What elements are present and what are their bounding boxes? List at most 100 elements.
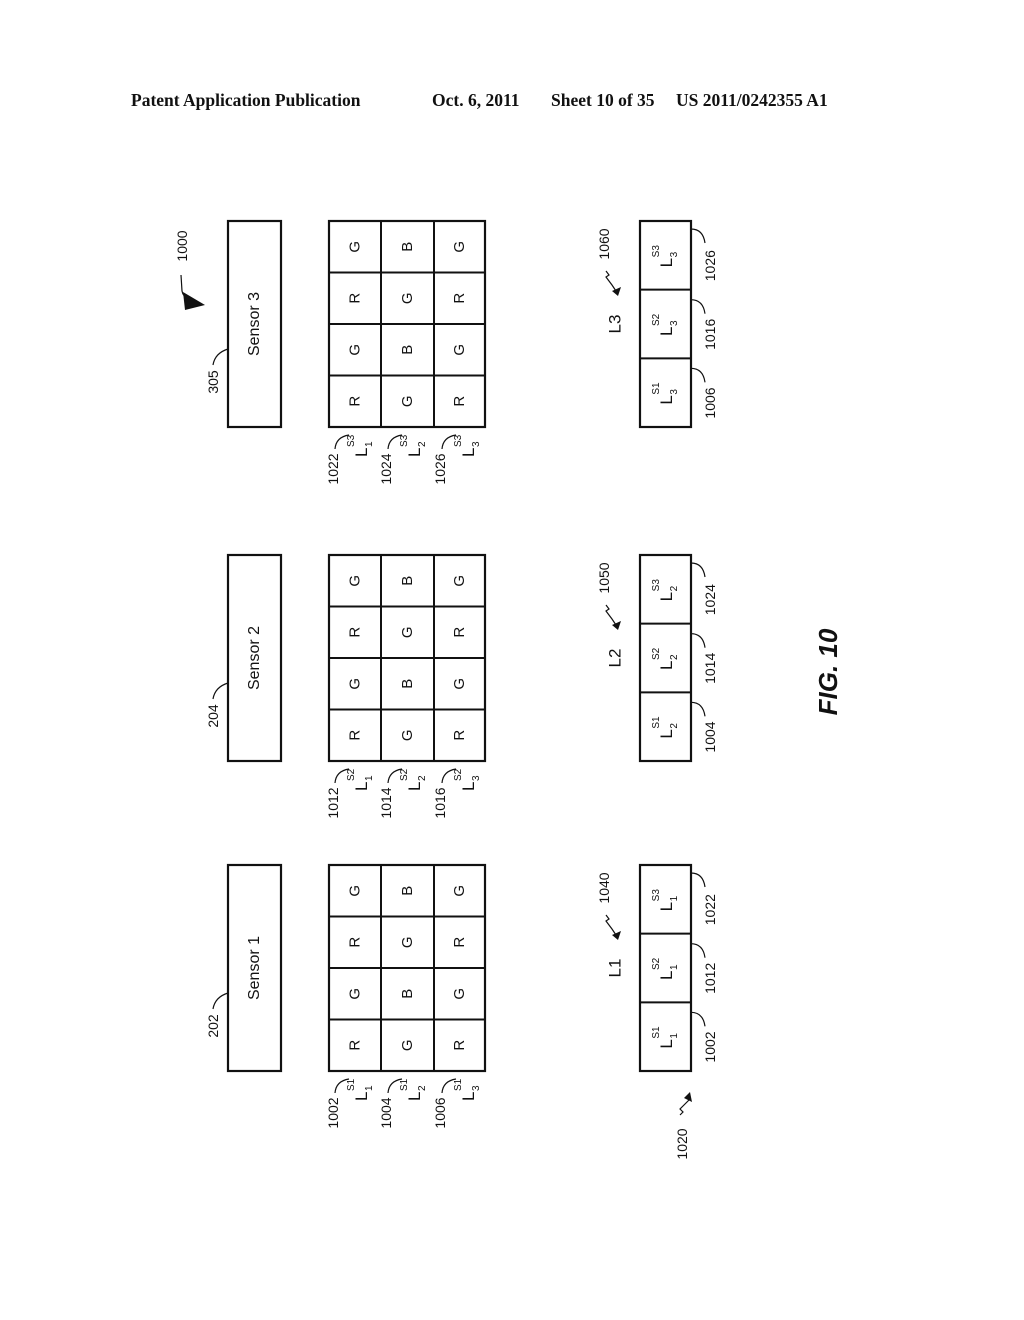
combined-line-name: L1 [606,959,625,978]
pixel-cell-b: B [399,886,416,896]
leader-line [690,228,706,244]
pixel-cell-b: B [399,242,416,252]
line-label: L3 S1 [453,1078,482,1101]
svg-text:L: L [657,661,676,670]
pixel-cell-g: G [399,729,416,741]
subscript: 1 [669,1033,680,1039]
sensor-ref-number: 305 [205,370,221,394]
svg-text:L: L [657,258,676,267]
line-ref-number: 1012 [325,787,341,818]
subscript: 1 [364,1085,375,1091]
svg-text:L: L [405,782,424,791]
pixel-cell-b: B [399,576,416,586]
superscript: S3 [453,434,464,447]
pixel-cell-g: G [347,575,364,587]
pixel-cell-g: G [399,292,416,304]
combined-cell-ref: 1024 [702,584,718,615]
svg-text:L: L [352,448,371,457]
subscript: 2 [669,585,680,591]
svg-text:L: L [405,448,424,457]
line-label: L2 S2 [399,768,428,791]
line-label: L1 S2 [346,768,375,791]
sensor-label: Sensor 2 [246,626,263,690]
pixel-cell-g: G [451,344,468,356]
sensor-ref-number: 202 [205,1014,221,1038]
leader-line [690,943,706,958]
superscript: S1 [651,1026,662,1039]
subscript: 3 [471,441,482,447]
combined-cell-ref: 1026 [702,250,718,281]
combined-cell-ref: 1006 [702,387,718,418]
line-label: L3 S2 [453,768,482,791]
leader-line [690,1011,706,1027]
squiggle-leader [605,914,617,936]
superscript: S1 [651,716,662,729]
pixel-cell-r: R [347,396,364,407]
combined-line-ref: 1050 [596,562,612,593]
pixel-cell-r: R [451,396,468,407]
combined-cell-ref: 1012 [702,963,718,994]
subscript: 3 [669,251,680,257]
leader-line [690,367,706,383]
superscript: S3 [399,434,410,447]
line-ref-number: 1016 [432,787,448,818]
pixel-cell-r: R [347,627,364,638]
svg-text:L: L [352,1092,371,1101]
pixel-cell-r: R [451,730,468,741]
superscript: S2 [651,647,662,660]
pixel-cell-r: R [451,293,468,304]
superscript: S3 [651,579,662,592]
combined-cell-ref: 1016 [702,319,718,350]
subscript: 3 [669,320,680,326]
subscript: 2 [417,1085,428,1091]
subscript: 2 [669,654,680,660]
leader-line [690,872,706,888]
leader-line [690,701,706,717]
pixel-cell-g: G [451,575,468,587]
svg-text:L: L [657,395,676,404]
pixel-cell-r: R [451,627,468,638]
line-label: L3 S3 [453,434,482,457]
pixel-cell-g: G [347,988,364,1000]
pixel-cell-g: G [451,241,468,253]
subscript: 1 [364,441,375,447]
superscript: S2 [399,768,410,781]
line-ref-number: 1004 [378,1097,394,1128]
leader-line [690,562,706,578]
leader-line [690,633,706,648]
combined-line-name: L2 [606,649,625,668]
squiggle-leader [605,604,617,626]
subscript: 1 [669,964,680,970]
arrow-head [612,287,621,296]
svg-text:L: L [405,1092,424,1101]
superscript: S3 [346,434,357,447]
pixel-cell-r: R [451,937,468,948]
pixel-cell-g: G [347,344,364,356]
pixel-cell-r: R [451,1040,468,1051]
svg-text:L: L [657,592,676,601]
superscript: S2 [651,313,662,326]
pixel-cell-g: G [451,678,468,690]
patent-figure: Sensor 3305RGRGGBGBRGRGL1S31022L2S31024L… [174,219,843,1160]
sensor-ref-number: 204 [205,704,221,728]
subscript: 3 [669,389,680,395]
line-label: L2 S3 [399,434,428,457]
pixel-cell-r: R [347,1040,364,1051]
subscript: 2 [417,775,428,781]
svg-text:L: L [459,448,478,457]
superscript: S1 [651,382,662,395]
sensor-label: Sensor 1 [246,936,263,1000]
pixel-cell-g: G [399,1039,416,1051]
subscript: 2 [417,441,428,447]
superscript: S1 [346,1078,357,1091]
superscript: S2 [651,957,662,970]
combined-cell-ref: 1002 [702,1031,718,1062]
line-ref-number: 1024 [378,453,394,484]
pixel-cell-b: B [399,345,416,355]
squiggle-leader [679,1099,690,1116]
leader-line [212,992,229,1010]
line-label: L1 S3 [346,434,375,457]
superscript: S1 [453,1078,464,1091]
arrow-head [612,621,621,630]
svg-text:L: L [657,902,676,911]
